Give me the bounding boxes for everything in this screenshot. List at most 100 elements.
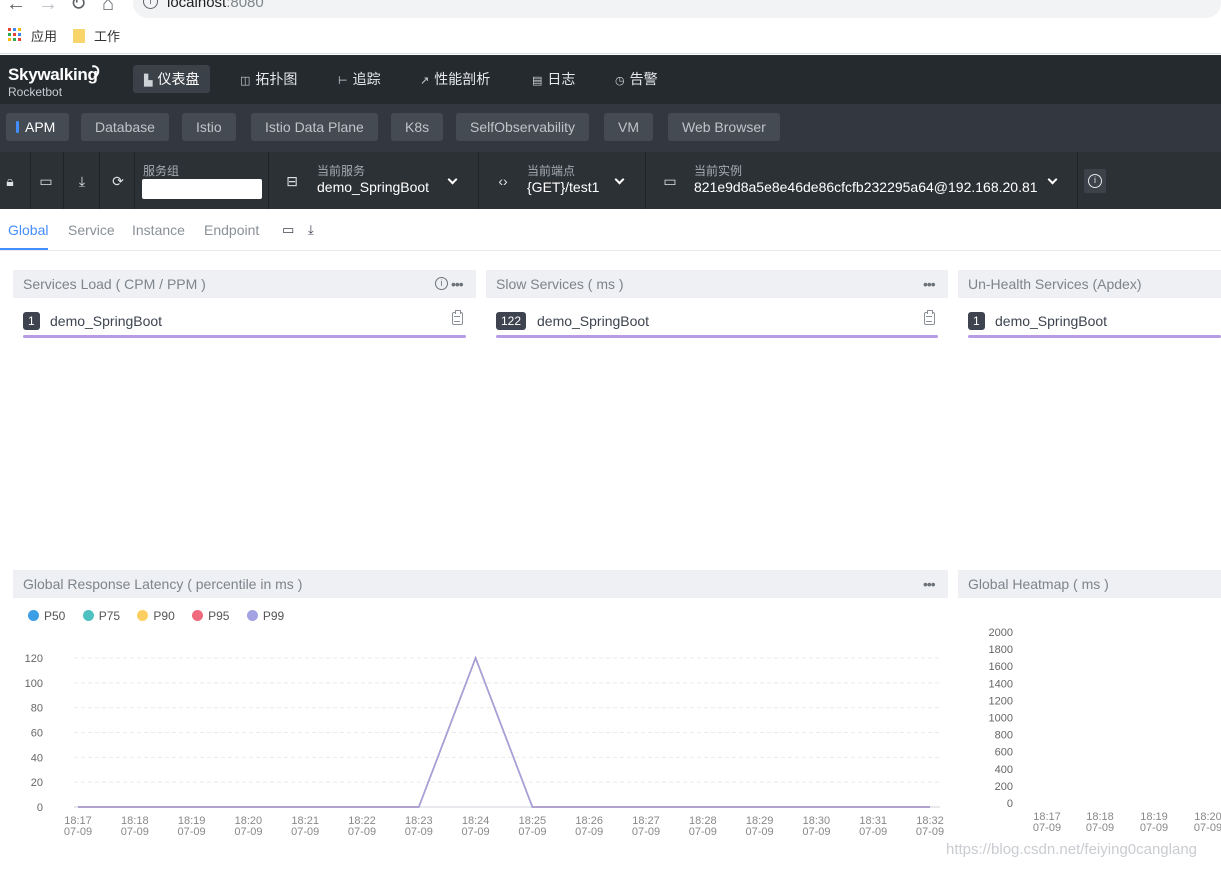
instance-select[interactable]: 821e9d8a5e8e46de86cfcfb232295a64@192.168… — [694, 179, 1038, 195]
nav-log[interactable]: ▤ 日志 — [521, 65, 586, 93]
code-icon: ‹› — [498, 173, 508, 189]
x-tick-date: 07-09 — [462, 826, 490, 838]
y-tick-label: 600 — [995, 747, 1013, 759]
x-tick-date: 07-09 — [234, 826, 262, 838]
tab-endpoint[interactable]: Endpoint — [204, 221, 259, 239]
nav-trace[interactable]: ⊢ 追踪 — [327, 65, 392, 93]
legend-p95[interactable]: P95 — [192, 608, 229, 624]
url-box[interactable] — [133, 0, 1221, 18]
active-indicator — [16, 121, 19, 133]
x-tick-date: 07-09 — [689, 826, 717, 838]
back-arrow-icon[interactable]: ← — [6, 0, 26, 14]
instance-chevron-down-icon[interactable] — [1047, 174, 1058, 185]
refresh-icon[interactable]: ⟳ — [109, 173, 127, 189]
folder-open-icon[interactable]: ▭ — [37, 173, 55, 189]
logo-subtitle: Rocketbot — [8, 85, 63, 99]
clipboard-icon[interactable] — [924, 310, 935, 325]
panel-title: Services Load ( CPM / PPM ) — [23, 276, 206, 292]
y-tick-label: 1600 — [989, 661, 1013, 673]
clipboard-icon[interactable] — [452, 310, 463, 325]
service-name[interactable]: demo_SpringBoot — [50, 312, 162, 330]
panel-title: Un-Health Services (Apdex) — [968, 276, 1142, 292]
nav-topology[interactable]: ◫ 拓扑图 — [229, 65, 308, 93]
heatmap-chart: 020040060080010001200140016001800200018:… — [989, 627, 1221, 834]
group-input[interactable] — [142, 179, 262, 199]
legend-swatch — [192, 610, 204, 621]
rank-badge: 1 — [968, 312, 985, 330]
nav-dashboard[interactable]: ▙ 仪表盘 — [133, 65, 211, 93]
endpoint-select[interactable]: {GET}/test1 — [527, 179, 599, 195]
bookmarks-bar: 应用 工作 — [0, 22, 1221, 54]
layer-vm[interactable]: VM — [604, 113, 653, 141]
tab-instance[interactable]: Instance — [132, 221, 185, 239]
layer-istio-data-plane[interactable]: Istio Data Plane — [251, 113, 378, 141]
y-tick-label: 20 — [31, 777, 43, 789]
layer-selfobservability[interactable]: SelfObservability — [456, 113, 590, 141]
slow-services-header: Slow Services ( ms ) ••• — [486, 270, 948, 298]
y-tick-label: 0 — [37, 802, 43, 814]
y-tick-label: 100 — [25, 678, 43, 690]
tab-global[interactable]: Global — [8, 221, 48, 239]
y-tick-label: 120 — [25, 653, 43, 665]
rank-badge: 1 — [23, 312, 40, 330]
download-icon[interactable]: ⤓ — [73, 173, 91, 189]
legend-swatch — [137, 610, 149, 621]
y-tick-label: 2000 — [989, 627, 1013, 639]
service-select[interactable]: demo_SpringBoot — [317, 179, 429, 195]
legend-p90[interactable]: P90 — [137, 608, 175, 624]
layer-bar: APM Database Istio Istio Data Plane K8s … — [0, 104, 1221, 152]
y-tick-label: 1800 — [989, 644, 1013, 656]
y-tick-label: 60 — [31, 728, 43, 740]
topology-icon: ◫ — [240, 75, 251, 87]
layer-database[interactable]: Database — [81, 113, 169, 141]
layer-istio[interactable]: Istio — [182, 113, 236, 141]
service-chevron-down-icon[interactable] — [447, 174, 458, 185]
slow-bar — [496, 335, 938, 338]
apps-grid-icon[interactable] — [8, 28, 21, 41]
legend-p50[interactable]: P50 — [28, 608, 65, 624]
info-button[interactable]: i — [1084, 169, 1106, 193]
legend-swatch — [28, 610, 39, 621]
legend-p99[interactable]: P99 — [246, 608, 284, 624]
tab-service[interactable]: Service — [68, 221, 115, 239]
bookmark-apps[interactable]: 应用 — [31, 28, 57, 46]
y-tick-label: 1000 — [989, 713, 1013, 725]
trace-icon: ⊢ — [338, 75, 348, 87]
nav-profile[interactable]: ↗ 性能剖析 — [409, 65, 501, 93]
x-tick-date: 07-09 — [746, 826, 774, 838]
endpoint-chevron-down-icon[interactable] — [614, 174, 625, 185]
home-icon[interactable]: ⌂ — [102, 0, 114, 14]
folder-icon[interactable]: ▭ — [282, 222, 294, 238]
log-icon: ▤ — [532, 75, 543, 87]
service-name[interactable]: demo_SpringBoot — [537, 312, 649, 330]
layer-web-browser[interactable]: Web Browser — [668, 113, 780, 141]
more-icon[interactable]: ••• — [923, 270, 936, 298]
bookmark-work[interactable]: 工作 — [94, 28, 120, 46]
endpoint-label: 当前端点 — [527, 164, 576, 178]
reload-icon[interactable]: ↻ — [70, 0, 87, 14]
active-tab-underline — [0, 248, 48, 250]
dashboard-tabs: Global Service Instance Endpoint ▭ ⤓ — [0, 209, 1221, 251]
instance-screen-icon: ▭ — [663, 173, 677, 189]
url-text[interactable]: localhost:8080 — [167, 0, 264, 12]
lock-icon[interactable]: 🔒︎ — [1, 173, 19, 189]
x-tick-date: 07-09 — [1140, 822, 1168, 834]
more-icon[interactable]: ••• — [923, 570, 936, 598]
x-tick-date: 07-09 — [1194, 822, 1221, 834]
more-icon[interactable]: ••• — [451, 270, 464, 298]
service-box-icon: ⊟ — [286, 173, 298, 189]
legend-swatch — [246, 610, 258, 621]
services-load-header: Services Load ( CPM / PPM ) i ••• — [13, 270, 476, 298]
forward-arrow-icon[interactable]: → — [38, 0, 58, 14]
layer-k8s[interactable]: K8s — [391, 113, 444, 141]
group-label: 服务组 — [143, 164, 180, 178]
x-tick-date: 07-09 — [121, 826, 149, 838]
profile-icon: ↗ — [420, 75, 430, 87]
layer-apm[interactable]: APM — [6, 113, 70, 141]
legend-p75[interactable]: P75 — [82, 608, 120, 624]
nav-alarm[interactable]: ◷ 告警 — [604, 65, 669, 93]
legend-swatch — [82, 610, 94, 621]
service-name[interactable]: demo_SpringBoot — [995, 312, 1107, 330]
info-icon[interactable]: i — [435, 277, 448, 290]
download-icon[interactable]: ⤓ — [308, 222, 314, 238]
